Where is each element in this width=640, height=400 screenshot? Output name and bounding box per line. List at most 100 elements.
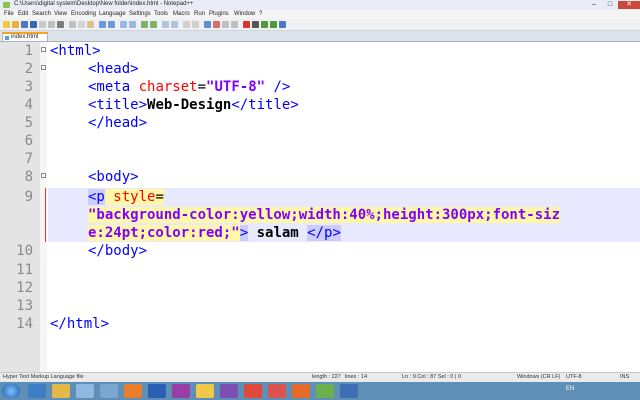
line-number: 4	[24, 97, 33, 113]
menu-language[interactable]: Language	[99, 11, 126, 17]
menu-search[interactable]: Search	[32, 11, 51, 17]
menu-tools[interactable]: Tools	[154, 11, 168, 17]
code-line: "background-color:yellow;width:40%;heigh…	[88, 206, 561, 224]
start-button-icon[interactable]	[2, 384, 20, 398]
firefox-icon[interactable]	[124, 384, 142, 398]
status-encoding: UTF-8	[566, 374, 582, 380]
code-token: e:24pt;color:red;"	[88, 225, 240, 241]
code-token: style	[113, 189, 156, 205]
save-macro-icon[interactable]	[279, 21, 286, 28]
maximize-button[interactable]: □	[602, 1, 618, 9]
menu-encoding[interactable]: Encoding	[71, 11, 96, 17]
line-number: 2	[24, 61, 33, 77]
zoom-in-icon[interactable]	[141, 21, 148, 28]
sync-horizontal-icon[interactable]	[171, 21, 178, 28]
close-button[interactable]: ✕	[618, 1, 640, 9]
run-macro-multiple-icon[interactable]	[270, 21, 277, 28]
tab-index-html[interactable]: index.html	[2, 32, 48, 41]
replace-icon[interactable]	[129, 21, 136, 28]
save-all-icon[interactable]	[30, 21, 37, 28]
zoom-out-icon[interactable]	[150, 21, 157, 28]
redo-icon[interactable]	[108, 21, 115, 28]
function-list-icon[interactable]	[231, 21, 238, 28]
menu-edit[interactable]: Edit	[18, 11, 28, 17]
close-all-icon[interactable]	[48, 21, 55, 28]
line-number-gutter: 1 2 3 4 5 6 7 8 9 10 11 12 13 14	[0, 42, 40, 372]
word-wrap-icon[interactable]	[183, 21, 190, 28]
line-number: 3	[24, 79, 33, 95]
code-token: "background-color:yellow;width:40%;heigh…	[88, 207, 561, 223]
change-marker	[45, 188, 46, 242]
control-panel-icon[interactable]	[100, 384, 118, 398]
line-number: 7	[24, 151, 33, 167]
app-icon[interactable]	[340, 384, 358, 398]
stop-macro-icon[interactable]	[252, 21, 259, 28]
fold-toggle-icon[interactable]	[41, 173, 46, 178]
code-line: </body>	[88, 242, 147, 260]
paint-icon[interactable]	[268, 384, 286, 398]
editor[interactable]: 1 2 3 4 5 6 7 8 9 10 11 12 13 14 <html> …	[0, 42, 640, 372]
chrome-icon[interactable]	[244, 384, 262, 398]
cut-icon[interactable]	[69, 21, 76, 28]
notepadpp-icon	[3, 2, 10, 8]
code-token: =	[197, 79, 207, 95]
line-number: 11	[16, 262, 33, 278]
line-number: 9	[24, 189, 33, 205]
sync-vertical-icon[interactable]	[162, 21, 169, 28]
menu-file[interactable]: File	[4, 11, 14, 17]
line-number: 5	[24, 115, 33, 131]
code-token: </html>	[50, 316, 110, 332]
code-token: <title>	[88, 97, 148, 113]
paste-icon[interactable]	[87, 21, 94, 28]
fold-toggle-icon[interactable]	[41, 47, 46, 52]
language-indicator[interactable]: EN	[566, 386, 574, 392]
status-lines: lines : 14	[345, 374, 368, 380]
record-macro-icon[interactable]	[243, 21, 250, 28]
code-token: </body>	[88, 243, 148, 259]
visual-studio-icon[interactable]	[220, 384, 238, 398]
code-token: charset	[138, 79, 198, 95]
minimize-button[interactable]: –	[586, 1, 602, 9]
explorer-icon[interactable]	[52, 384, 70, 398]
print-icon[interactable]	[57, 21, 64, 28]
onenote-icon[interactable]	[172, 384, 190, 398]
line-number: 12	[16, 280, 33, 296]
menu-window[interactable]: Window	[234, 11, 255, 17]
close-file-icon[interactable]	[39, 21, 46, 28]
play-macro-icon[interactable]	[261, 21, 268, 28]
code-token: >	[239, 225, 249, 241]
code-token: <head>	[88, 61, 139, 77]
folder-icon[interactable]	[196, 384, 214, 398]
menu-view[interactable]: View	[54, 11, 67, 17]
menu-help[interactable]: ?	[259, 11, 262, 17]
doc-map-icon[interactable]	[222, 21, 229, 28]
notepadpp-taskbar-icon[interactable]	[316, 384, 334, 398]
new-file-icon[interactable]	[3, 21, 10, 28]
media-player-icon[interactable]	[76, 384, 94, 398]
menu-settings[interactable]: Settings	[129, 11, 151, 17]
code-token: <body>	[88, 169, 139, 185]
show-all-chars-icon[interactable]	[192, 21, 199, 28]
indent-guide-icon[interactable]	[204, 21, 211, 28]
find-icon[interactable]	[120, 21, 127, 28]
code-line: <body>	[88, 168, 139, 186]
open-file-icon[interactable]	[12, 21, 19, 28]
code-token: <p	[88, 189, 105, 205]
save-icon[interactable]	[21, 21, 28, 28]
status-eol: Windows (CR LF)	[517, 374, 561, 380]
status-length: length : 227	[312, 374, 341, 380]
tool-icon[interactable]	[292, 384, 310, 398]
word-icon[interactable]	[148, 384, 166, 398]
fold-toggle-icon[interactable]	[41, 65, 46, 70]
code-line: <title>Web-Design</title>	[88, 96, 299, 114]
code-token: </head>	[88, 115, 148, 131]
menu-run[interactable]: Run	[194, 11, 205, 17]
tab-label: index.html	[11, 34, 39, 40]
copy-icon[interactable]	[78, 21, 85, 28]
menu-plugins[interactable]: Plugins	[209, 11, 229, 17]
ie-icon[interactable]	[28, 384, 46, 398]
user-language-icon[interactable]	[213, 21, 220, 28]
undo-icon[interactable]	[99, 21, 106, 28]
menu-macro[interactable]: Macro	[173, 11, 190, 17]
code-token: </p>	[307, 225, 341, 241]
